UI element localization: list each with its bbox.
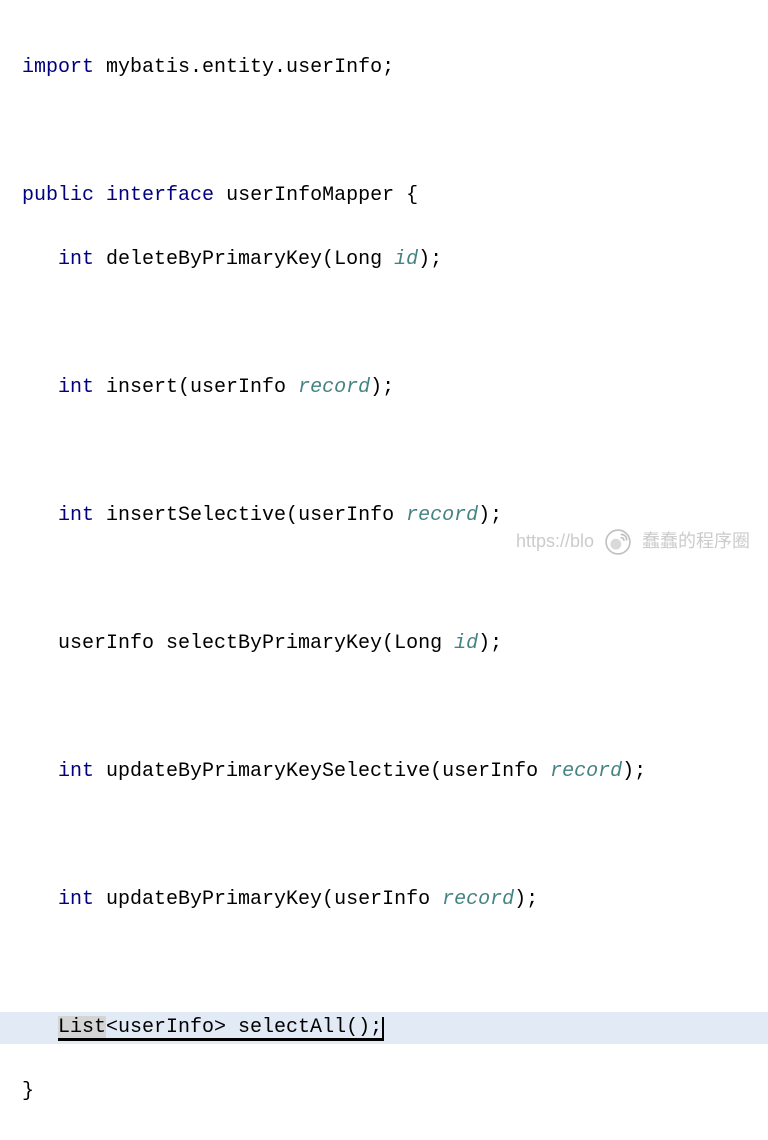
code-line: public interface userInfoMapper { bbox=[22, 180, 746, 212]
code-line: int insert(userInfo record); bbox=[22, 372, 746, 404]
param-type: userInfo bbox=[334, 888, 430, 911]
text bbox=[538, 760, 550, 783]
watermark-prefix: https://blo bbox=[516, 527, 594, 556]
text: ); bbox=[370, 376, 394, 399]
return-type: List bbox=[58, 1016, 106, 1039]
interface-name: userInfoMapper bbox=[214, 184, 406, 207]
watermark: https://blo 蠢蠢的程序圈 bbox=[516, 527, 750, 556]
text bbox=[94, 56, 106, 79]
param-type: userInfo bbox=[190, 376, 286, 399]
text: ); bbox=[478, 632, 502, 655]
import-path: mybatis.entity.userInfo bbox=[106, 56, 382, 79]
code-line bbox=[22, 692, 746, 724]
text: ; bbox=[382, 56, 394, 79]
text bbox=[94, 184, 106, 207]
code-line: } bbox=[22, 1076, 746, 1108]
method-name: deleteByPrimaryKey( bbox=[94, 248, 334, 271]
code-line: int updateByPrimaryKey(userInfo record); bbox=[22, 884, 746, 916]
text: ); bbox=[418, 248, 442, 271]
param-type: Long bbox=[334, 248, 382, 271]
keyword-public: public bbox=[22, 184, 94, 207]
code-line bbox=[22, 820, 746, 852]
text: ); bbox=[622, 760, 646, 783]
text: ); bbox=[514, 888, 538, 911]
text bbox=[286, 376, 298, 399]
param-type: userInfo bbox=[442, 760, 538, 783]
method-name: updateByPrimaryKey( bbox=[94, 888, 334, 911]
code-line bbox=[22, 948, 746, 980]
code-line bbox=[22, 308, 746, 340]
param-name: record bbox=[550, 760, 622, 783]
text-cursor bbox=[382, 1017, 384, 1041]
code-line: int deleteByPrimaryKey(Long id); bbox=[22, 244, 746, 276]
code-line: import mybatis.entity.userInfo; bbox=[22, 52, 746, 84]
param-name: record bbox=[442, 888, 514, 911]
generic-type: <userInfo> bbox=[106, 1016, 226, 1039]
return-type: userInfo bbox=[58, 632, 154, 655]
code-line-highlighted: List<userInfo> selectAll(); bbox=[0, 1012, 768, 1044]
text bbox=[430, 888, 442, 911]
param-name: id bbox=[394, 248, 418, 271]
text: } bbox=[22, 1080, 34, 1103]
weibo-icon bbox=[604, 528, 632, 556]
text bbox=[382, 248, 394, 271]
param-name: id bbox=[454, 632, 478, 655]
watermark-text: 蠢蠢的程序圈 bbox=[642, 527, 750, 556]
code-line bbox=[22, 116, 746, 148]
method-name: selectAll(); bbox=[226, 1016, 382, 1039]
text: ); bbox=[478, 504, 502, 527]
return-type: int bbox=[58, 248, 94, 271]
text: { bbox=[406, 184, 418, 207]
return-type: int bbox=[58, 888, 94, 911]
code-line: int updateByPrimaryKeySelective(userInfo… bbox=[22, 756, 746, 788]
return-type: int bbox=[58, 760, 94, 783]
param-name: record bbox=[406, 504, 478, 527]
return-type: int bbox=[58, 376, 94, 399]
param-type: Long bbox=[394, 632, 442, 655]
method-name: selectByPrimaryKey( bbox=[154, 632, 394, 655]
keyword-import: import bbox=[22, 56, 94, 79]
code-line bbox=[22, 436, 746, 468]
return-type: int bbox=[58, 504, 94, 527]
text bbox=[394, 504, 406, 527]
param-name: record bbox=[298, 376, 370, 399]
param-type: userInfo bbox=[298, 504, 394, 527]
method-name: updateByPrimaryKeySelective( bbox=[94, 760, 442, 783]
keyword-interface: interface bbox=[106, 184, 214, 207]
code-editor: import mybatis.entity.userInfo; public i… bbox=[0, 0, 768, 1140]
code-line: userInfo selectByPrimaryKey(Long id); bbox=[22, 628, 746, 660]
text bbox=[442, 632, 454, 655]
method-name: insert( bbox=[94, 376, 190, 399]
code-line bbox=[22, 564, 746, 596]
method-name: insertSelective( bbox=[94, 504, 298, 527]
